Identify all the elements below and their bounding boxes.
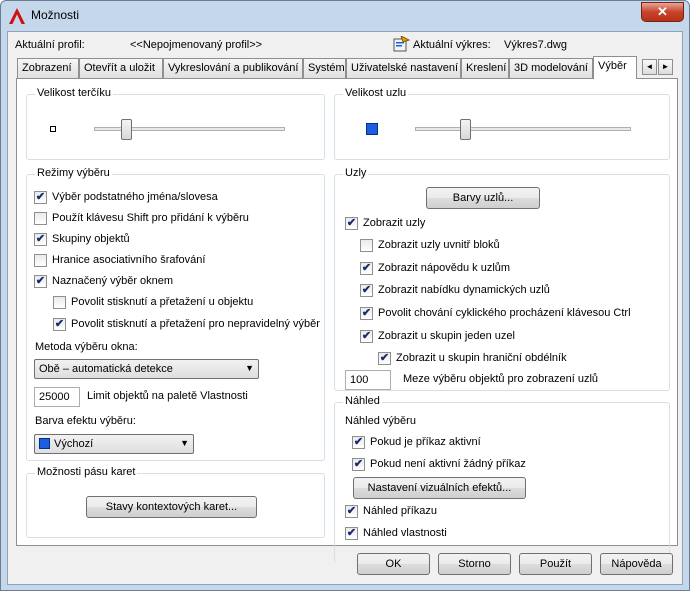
preview-group: Náhled Náhled výběru ✔ Pokud je příkaz a…	[334, 395, 670, 562]
checkbox-label: Zobrazit nabídku dynamických uzlů	[378, 284, 550, 296]
checkbox-box[interactable]: ✔	[352, 436, 365, 449]
grip-slider-thumb[interactable]	[460, 119, 472, 140]
checkbox-box[interactable]: ✔	[360, 307, 373, 320]
ribbon-options-group: Možnosti pásu karet Stavy kontextových k…	[26, 466, 325, 538]
effect-color-value: Výchozí	[54, 438, 94, 450]
contextual-tab-states-button[interactable]: Stavy kontextových karet...	[86, 496, 257, 518]
profile-value: <<Nepojmenovaný profil>>	[130, 39, 263, 51]
checkbox-label: Zobrazit uzly	[363, 217, 426, 229]
options-dialog: Možnosti ✕ Aktuální profil: <<Nepojmenov…	[0, 0, 690, 591]
ok-button[interactable]: OK	[357, 553, 430, 575]
tab-zobrazeni[interactable]: Zobrazení	[17, 58, 79, 78]
pickbox-preview	[50, 126, 56, 132]
close-button[interactable]: ✕	[641, 2, 684, 22]
grip-limit-label: Meze výběru objektů pro zobrazení uzlů	[403, 373, 599, 385]
title-bar[interactable]: Možnosti ✕	[1, 1, 689, 31]
checkbox-box[interactable]: ✔	[34, 275, 47, 288]
drawing-file-icon	[392, 35, 411, 52]
drawing-label: Aktuální výkres:	[413, 39, 491, 51]
tab-vyber[interactable]: Výběr	[593, 56, 637, 79]
checkbox-label: Výběr podstatného jména/slovesa	[52, 191, 218, 203]
apply-button[interactable]: Použít	[519, 553, 592, 575]
grip-slider-track[interactable]	[415, 127, 631, 131]
checkbox-box[interactable]: ✔	[360, 262, 373, 275]
checkbox-label: Hranice asociativního šrafování	[52, 254, 206, 266]
tab-kresleni[interactable]: Kreslení	[461, 58, 509, 78]
grip-preview	[366, 123, 378, 135]
tab-system[interactable]: Systém	[303, 58, 346, 78]
checkbox-label: Náhled příkazu	[363, 505, 437, 517]
object-limit-input[interactable]: 25000	[34, 387, 80, 407]
checkbox-box[interactable]: ✔	[345, 505, 358, 518]
checkbox-label: Zobrazit nápovědu k uzlům	[378, 262, 511, 274]
checkbox-box[interactable]: ✔	[345, 217, 358, 230]
grip-size-group: Velikost uzlu	[334, 87, 670, 160]
checkbox-box[interactable]	[53, 296, 66, 309]
help-button[interactable]: Nápověda	[600, 553, 673, 575]
selection-modes-title: Režimy výběru	[35, 167, 112, 179]
effect-color-select[interactable]: Výchozí ▼	[34, 434, 194, 454]
checkbox-label: Povolit stisknutí a přetažení u objektu	[71, 296, 254, 308]
tab-otevrit-a-ulozit[interactable]: Otevřít a uložit	[79, 58, 163, 78]
checkbox-label: Skupiny objektů	[52, 233, 130, 245]
checkbox-label: Naznačený výběr oknem	[52, 275, 174, 287]
pickbox-slider-thumb[interactable]	[121, 119, 132, 140]
checkbox-box[interactable]: ✔	[34, 191, 47, 204]
checkbox-label: Pokud je příkaz aktivní	[370, 436, 481, 448]
tab-uzivatelske-nastaveni[interactable]: Uživatelské nastavení	[346, 58, 461, 78]
checkbox-label: Zobrazit uzly uvnitř bloků	[378, 239, 500, 251]
checkbox-box[interactable]: ✔	[34, 233, 47, 246]
checkbox-box[interactable]: ✔	[345, 527, 358, 540]
selection-preview-label: Náhled výběru	[345, 415, 416, 427]
checkbox-label: Náhled vlastnosti	[363, 527, 447, 539]
window-method-select[interactable]: Obě – automatická detekce ▼	[34, 359, 259, 379]
checkbox-label: Povolit stisknutí a přetažení pro neprav…	[71, 318, 320, 330]
object-limit-label: Limit objektů na paletě Vlastnosti	[87, 390, 248, 402]
grip-limit-input[interactable]: 100	[345, 370, 391, 390]
tab-panel-vyber: Velikost terčíku Velikost uzlu Režimy vý…	[16, 78, 678, 562]
pickbox-size-title: Velikost terčíku	[35, 87, 113, 99]
checkbox-box[interactable]	[34, 212, 47, 225]
tab-scroll-left-icon[interactable]: ◄	[642, 59, 657, 75]
checkbox-label: Zobrazit u skupin jeden uzel	[378, 330, 515, 342]
checkbox-label: Pokud není aktivní žádný příkaz	[370, 458, 526, 470]
grips-title: Uzly	[343, 167, 369, 179]
window-method-label: Metoda výběru okna:	[35, 341, 138, 353]
tab-3d-modelovani[interactable]: 3D modelování	[509, 58, 593, 78]
window-method-value: Obě – automatická detekce	[39, 363, 173, 375]
effect-color-label: Barva efektu výběru:	[35, 415, 136, 427]
tab-vykreslovani[interactable]: Vykreslování a publikování	[163, 58, 303, 78]
cancel-button[interactable]: Storno	[438, 553, 511, 575]
checkbox-label: Zobrazit u skupin hraniční obdélník	[396, 352, 567, 364]
pickbox-size-group: Velikost terčíku	[26, 87, 325, 160]
grips-group: Uzly Barvy uzlů... ✔ Zobrazit uzly Zobra…	[334, 167, 670, 391]
chevron-down-icon: ▼	[245, 363, 254, 373]
chevron-down-icon: ▼	[180, 438, 189, 448]
effect-color-display: Výchozí	[39, 438, 93, 450]
checkbox-label: Použít klávesu Shift pro přidání k výběr…	[52, 212, 249, 224]
profile-label: Aktuální profil:	[15, 39, 85, 51]
window-title: Možnosti	[31, 8, 80, 22]
checkbox-label: Povolit chování cyklického procházení kl…	[378, 307, 631, 319]
visual-effects-button[interactable]: Nastavení vizuálních efektů...	[353, 477, 526, 499]
checkbox-box[interactable]: ✔	[53, 318, 66, 331]
checkbox-box[interactable]: ✔	[360, 284, 373, 297]
checkbox-box[interactable]: ✔	[360, 330, 373, 343]
preview-title: Náhled	[343, 395, 382, 407]
ribbon-options-title: Možnosti pásu karet	[35, 466, 138, 478]
autocad-logo-icon	[9, 8, 25, 24]
checkbox-box[interactable]	[34, 254, 47, 267]
grip-colors-button[interactable]: Barvy uzlů...	[426, 187, 540, 209]
checkbox-box[interactable]: ✔	[378, 352, 391, 365]
color-swatch-icon	[39, 438, 50, 449]
drawing-value: Výkres7.dwg	[504, 39, 567, 51]
selection-modes-group: Režimy výběru ✔ Výběr podstatného jména/…	[26, 167, 325, 461]
tab-scroll-right-icon[interactable]: ►	[658, 59, 673, 75]
checkbox-box[interactable]: ✔	[352, 458, 365, 471]
dialog-body: Aktuální profil: <<Nepojmenovaný profil>…	[7, 31, 683, 585]
checkbox-box[interactable]	[360, 239, 373, 252]
grip-size-title: Velikost uzlu	[343, 87, 409, 99]
